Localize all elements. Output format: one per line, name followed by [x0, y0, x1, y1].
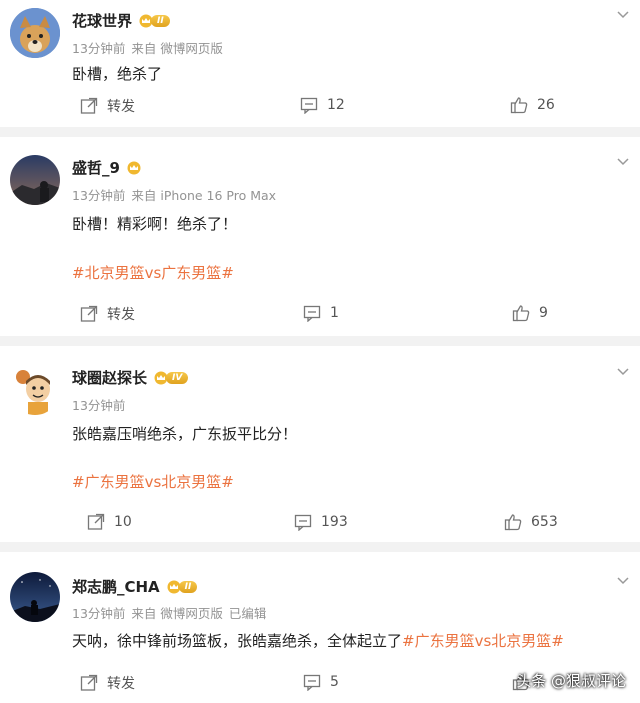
- username[interactable]: 球圈赵探长 IV: [72, 367, 189, 388]
- comment-card: 盛哲_9 13分钟前 来自 iPhone 16 Pro Max 卧槽！精彩啊！绝杀…: [0, 137, 640, 336]
- thumbs-up-icon: [510, 97, 528, 114]
- comment-button[interactable]: 5: [303, 673, 339, 691]
- thumbs-up-icon: [512, 305, 530, 322]
- repost-icon: [87, 513, 105, 530]
- like-button[interactable]: 653: [504, 513, 558, 531]
- repost-button[interactable]: 转发: [80, 96, 135, 116]
- chevron-down-icon[interactable]: [616, 157, 630, 167]
- comment-icon: [303, 674, 321, 691]
- repost-icon: [80, 305, 98, 322]
- avatar[interactable]: [10, 572, 60, 622]
- comment-icon: [300, 97, 318, 114]
- repost-button[interactable]: 转发: [80, 673, 135, 693]
- post-meta: 13分钟前 来自 微博网页版 已编辑: [72, 606, 267, 621]
- topic-hashtag[interactable]: #广东男篮vs北京男篮#: [402, 632, 564, 650]
- comment-text: 卧槽！精彩啊！绝杀了！: [72, 215, 238, 233]
- comment-button[interactable]: 12: [300, 96, 345, 114]
- comment-icon: [294, 514, 312, 531]
- comment-card: 花球世界 II 13分钟前 来自 微博网页版 卧槽，绝杀了 转发 12 26: [0, 0, 640, 127]
- repost-button[interactable]: 转发: [80, 304, 135, 324]
- post-meta: 13分钟前 来自 微博网页版: [72, 41, 223, 56]
- watermark: 头条 @狠叔评论: [516, 672, 626, 690]
- repost-icon: [80, 674, 98, 691]
- chevron-down-icon[interactable]: [616, 576, 630, 586]
- vip-badge: II: [138, 14, 170, 28]
- avatar[interactable]: [10, 8, 60, 58]
- comment-feed: 花球世界 II 13分钟前 来自 微博网页版 卧槽，绝杀了 转发 12 26 盛…: [0, 0, 640, 703]
- like-button[interactable]: 9: [512, 304, 548, 322]
- like-button[interactable]: 26: [510, 96, 555, 114]
- post-meta: 13分钟前: [72, 398, 126, 413]
- comment-card: 球圈赵探长 IV 13分钟前 张皓嘉压哨绝杀，广东扳平比分！ #广东男篮vs北京…: [0, 346, 640, 542]
- chevron-down-icon[interactable]: [616, 367, 630, 377]
- vip-badge: [126, 161, 142, 175]
- repost-button[interactable]: 10: [87, 513, 132, 531]
- topic-hashtag[interactable]: #广东男篮vs北京男篮#: [72, 471, 234, 492]
- comment-text: 天呐，徐中锋前场篮板，张皓嘉绝杀，全体起立了#广东男篮vs北京男篮#: [72, 632, 564, 650]
- comment-button[interactable]: 1: [303, 304, 339, 322]
- username[interactable]: 郑志鹏_CHA II: [72, 576, 198, 597]
- vip-badge: II: [166, 580, 198, 594]
- comment-icon: [303, 305, 321, 322]
- username[interactable]: 盛哲_9: [72, 157, 142, 178]
- vip-badge: IV: [153, 371, 189, 385]
- comment-text: 张皓嘉压哨绝杀，广东扳平比分！: [72, 425, 298, 443]
- crown-icon: [127, 161, 141, 174]
- topic-hashtag[interactable]: #北京男篮vs广东男篮#: [72, 262, 234, 283]
- comment-button[interactable]: 193: [294, 513, 348, 531]
- repost-icon: [80, 97, 98, 114]
- avatar[interactable]: [10, 155, 60, 205]
- chevron-down-icon[interactable]: [616, 10, 630, 20]
- comment-text: 卧槽，绝杀了: [72, 65, 163, 83]
- username[interactable]: 花球世界 II: [72, 10, 170, 31]
- thumbs-up-icon: [504, 514, 522, 531]
- avatar[interactable]: [10, 365, 60, 415]
- post-meta: 13分钟前 来自 iPhone 16 Pro Max: [72, 188, 277, 203]
